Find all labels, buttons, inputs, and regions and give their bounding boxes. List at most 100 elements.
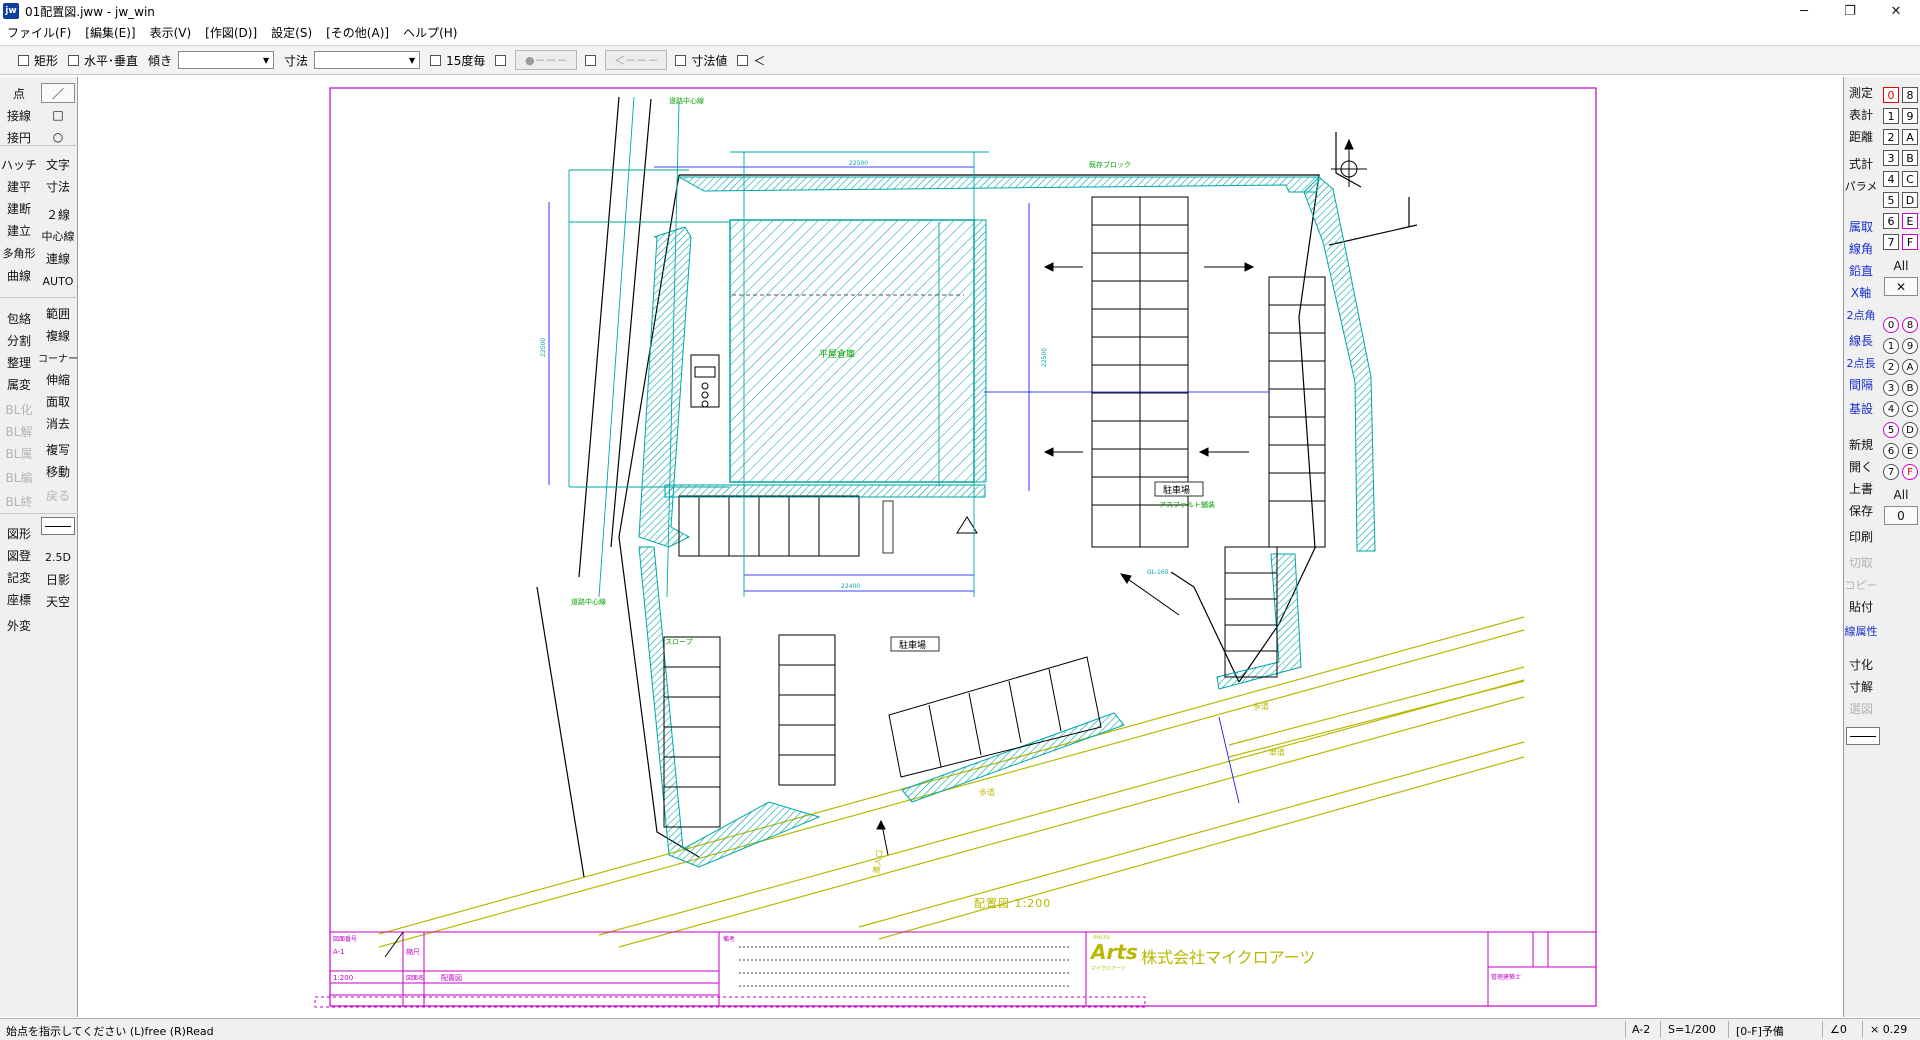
tool-tangent-line[interactable]: 接線	[2, 105, 36, 125]
deg15-checkbox[interactable]: 15度毎	[430, 52, 485, 69]
tool-hatch[interactable]: ハッチ	[1, 154, 37, 174]
cmd-base-set[interactable]: 基設	[1846, 399, 1876, 418]
group-7[interactable]: 7	[1883, 464, 1899, 480]
tool-envelope[interactable]: 包絡	[2, 308, 36, 328]
cmd-x-axis[interactable]: X軸	[1846, 283, 1876, 302]
tool-dimension[interactable]: 寸法	[41, 176, 75, 196]
arrow-mode-button[interactable]: ＜－－－	[605, 50, 668, 70]
tool-block-edit[interactable]: BL編	[2, 467, 36, 487]
group-b[interactable]: B	[1902, 380, 1918, 396]
layer-3[interactable]: 3	[1883, 150, 1899, 166]
last-checkbox[interactable]: ＜	[737, 52, 765, 69]
drawing-canvas[interactable]: 平屋倉庫 駐車場 駐車場 アスファルト舗装 道路中心線 道路中心線 既存ブロック…	[79, 77, 1843, 1017]
chevron-down-icon[interactable]: ▼	[259, 52, 273, 68]
cmd-select-figure[interactable]: 選図	[1846, 699, 1876, 718]
checkbox-box[interactable]	[68, 54, 80, 66]
cmd-distance[interactable]: 距離	[1846, 127, 1876, 146]
layer-1[interactable]: 1	[1883, 108, 1899, 124]
restore-button[interactable]: ❐	[1827, 0, 1873, 22]
cmd-cut[interactable]: 切取	[1846, 553, 1876, 572]
tool-curve[interactable]: 曲線	[2, 265, 36, 285]
layer-d[interactable]: D	[1902, 192, 1918, 208]
layer-e[interactable]: E	[1902, 213, 1918, 229]
tool-stretch[interactable]: 伸縮	[41, 369, 75, 389]
group-1[interactable]: 1	[1883, 338, 1899, 354]
cmd-formula[interactable]: 式計	[1846, 154, 1876, 173]
tool-erase[interactable]: 消去	[41, 413, 75, 433]
cmd-vertical[interactable]: 鉛直	[1846, 261, 1876, 280]
tool-cleanup[interactable]: 整理	[2, 352, 36, 372]
tool-building-plan[interactable]: 建平	[2, 176, 36, 196]
hv-checkbox[interactable]: 水平･垂直	[68, 52, 138, 69]
cmd-2pt-length[interactable]: 2点長	[1846, 353, 1876, 372]
status-scale[interactable]: S=1/200	[1668, 1023, 1716, 1036]
cmd-interval[interactable]: 間隔	[1846, 375, 1876, 394]
tool-block-make[interactable]: BL化	[2, 399, 36, 419]
layer-5[interactable]: 5	[1883, 192, 1899, 208]
cmd-dim-make[interactable]: 寸化	[1846, 655, 1876, 674]
tool-building-elevation[interactable]: 建立	[2, 220, 36, 240]
menu-edit[interactable]: [編集(E)]	[78, 24, 142, 41]
tool-block-attr[interactable]: BL属	[2, 443, 36, 463]
cmd-line-attr[interactable]: 線属性	[1845, 621, 1878, 640]
group-f[interactable]: F	[1902, 464, 1918, 480]
menu-other[interactable]: [その他(A)]	[319, 24, 396, 41]
layer-b[interactable]: B	[1902, 150, 1918, 166]
cmd-dim-release[interactable]: 寸解	[1846, 677, 1876, 696]
cmd-attr-get[interactable]: 属取	[1846, 217, 1876, 236]
tool-chamfer[interactable]: 面取	[41, 391, 75, 411]
cmd-open[interactable]: 開く	[1846, 457, 1876, 476]
menu-view[interactable]: 表示(V)	[143, 24, 199, 41]
group-all-button[interactable]: All	[1884, 485, 1918, 504]
menu-help[interactable]: ヘルプ(H)	[396, 24, 464, 41]
group-5[interactable]: 5	[1883, 422, 1899, 438]
tool-sky[interactable]: 天空	[41, 591, 75, 611]
checkbox-box[interactable]	[430, 54, 442, 66]
layer-6[interactable]: 6	[1883, 213, 1899, 229]
tool-text[interactable]: 文字	[41, 154, 75, 174]
status-angle[interactable]: ∠0	[1830, 1023, 1847, 1036]
cmd-line-angle[interactable]: 線角	[1846, 239, 1876, 258]
tool-corner[interactable]: コーナー	[38, 347, 78, 367]
layer-4[interactable]: 4	[1883, 171, 1899, 187]
tool-point[interactable]: 点	[2, 83, 36, 103]
tool-external-change[interactable]: 外変	[2, 615, 36, 635]
tool-auto[interactable]: AUTO	[41, 271, 75, 291]
group-c[interactable]: C	[1902, 401, 1918, 417]
tool-rectangle[interactable]: □	[41, 105, 75, 125]
menu-file[interactable]: ファイル(F)	[0, 24, 78, 41]
group-d[interactable]: D	[1902, 422, 1918, 438]
status-paper-size[interactable]: A-2	[1632, 1023, 1650, 1036]
cmd-new[interactable]: 新規	[1846, 435, 1876, 454]
layer-all-button[interactable]: All	[1884, 256, 1918, 275]
tool-attr-change[interactable]: 属変	[2, 374, 36, 394]
group-8[interactable]: 8	[1902, 317, 1918, 333]
tool-symbol-change[interactable]: 記変	[2, 567, 36, 587]
checkbox-box[interactable]	[585, 54, 597, 66]
checkbox-box[interactable]	[18, 54, 29, 66]
group-zero-button[interactable]: 0	[1884, 506, 1918, 525]
tool-double-line[interactable]: ２線	[41, 204, 75, 224]
rect-checkbox[interactable]: 矩形	[18, 52, 58, 69]
layer-7[interactable]: 7	[1883, 234, 1899, 250]
tool-divide[interactable]: 分割	[2, 330, 36, 350]
btn2-checkbox[interactable]	[585, 54, 601, 66]
tool-undo[interactable]: 戻る	[41, 485, 75, 505]
checkbox-box[interactable]	[495, 54, 507, 66]
cmd-copy[interactable]: コピー	[1845, 575, 1878, 594]
layer-a[interactable]: A	[1902, 129, 1918, 145]
point-mode-button[interactable]: ●－－－	[515, 50, 578, 70]
tool-range[interactable]: 範囲	[41, 303, 75, 323]
tool-move[interactable]: 移動	[41, 461, 75, 481]
menu-settings[interactable]: 設定(S)	[264, 24, 319, 41]
cmd-overwrite[interactable]: 上書	[1846, 479, 1876, 498]
group-e[interactable]: E	[1902, 443, 1918, 459]
minimize-button[interactable]: ─	[1781, 0, 1827, 22]
layer-c[interactable]: C	[1902, 171, 1918, 187]
status-factor[interactable]: × 0.29	[1870, 1023, 1907, 1036]
chevron-down-icon[interactable]: ▼	[405, 52, 419, 68]
tool-line[interactable]: ／	[41, 83, 75, 103]
checkbox-box[interactable]	[737, 54, 749, 66]
cmd-line-length[interactable]: 線長	[1846, 331, 1876, 350]
group-2[interactable]: 2	[1883, 359, 1899, 375]
